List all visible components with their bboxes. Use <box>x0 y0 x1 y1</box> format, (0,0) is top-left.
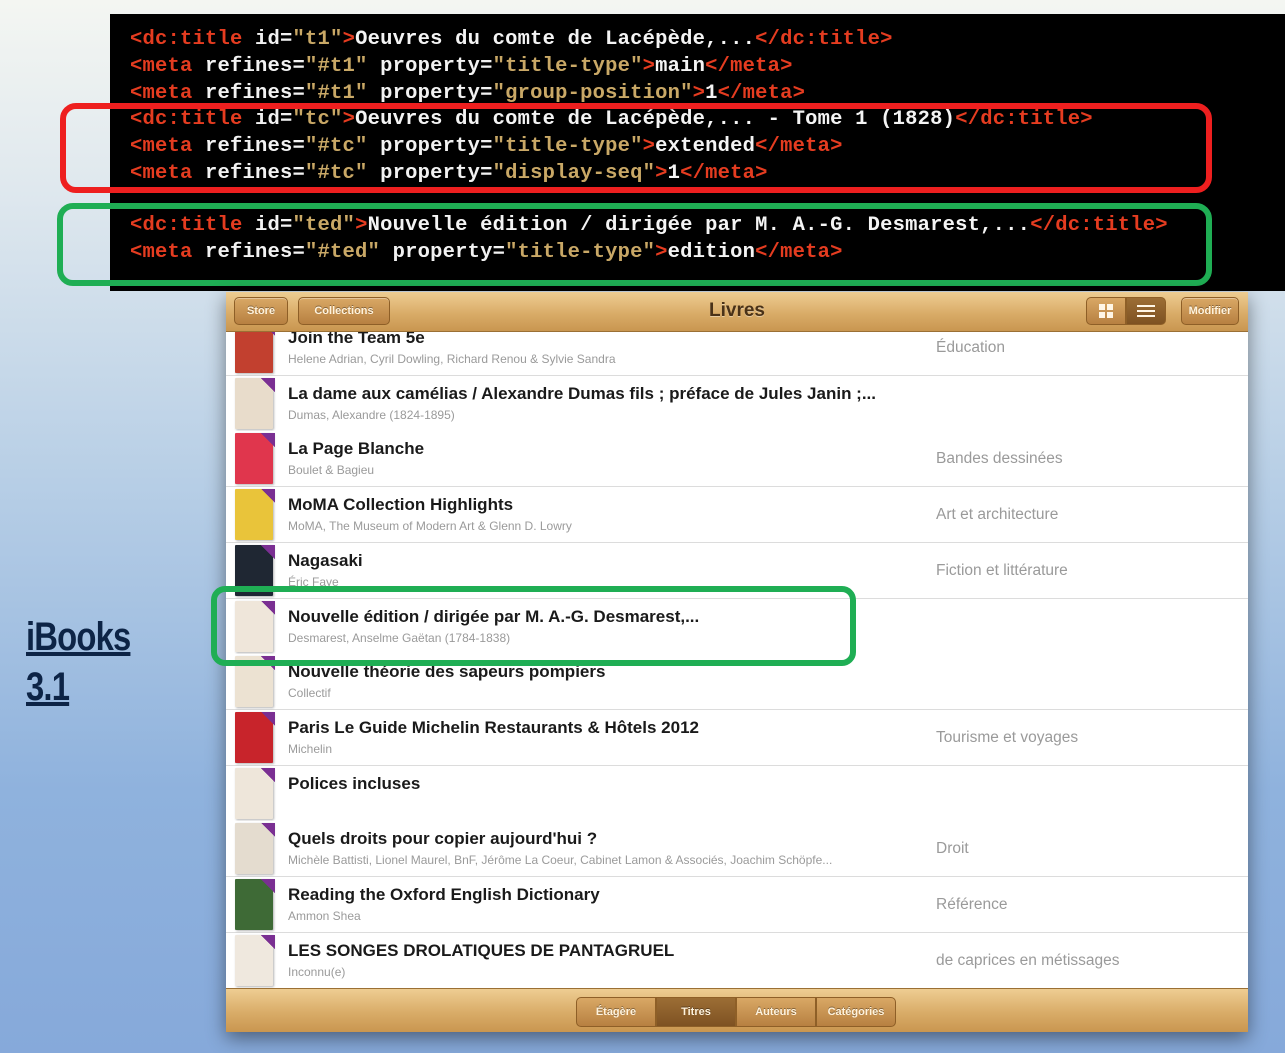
book-author: Helene Adrian, Cyril Dowling, Richard Re… <box>288 352 616 366</box>
book-row[interactable]: Paris Le Guide Michelin Restaurants & Hô… <box>226 709 1248 766</box>
code-line: <meta refines="#t1" property="title-type… <box>130 55 793 78</box>
code-token: <meta <box>130 82 206 105</box>
book-cover <box>235 823 275 875</box>
code-token: <meta <box>130 55 206 78</box>
book-row[interactable]: La Page Blanche Boulet & Bagieu Bandes des… <box>226 431 1248 488</box>
code-token: > <box>692 82 706 105</box>
highlight-box-green-row <box>211 586 856 666</box>
book-row[interactable]: La dame aux camélias / Alexandre Dumas f… <box>226 375 1248 432</box>
new-ribbon-icon <box>261 711 275 726</box>
code-token: "t1" <box>292 28 343 51</box>
ibooks-label-line2: 3.1 <box>26 665 70 709</box>
tab-titres[interactable]: Titres <box>656 997 736 1027</box>
book-author: MoMA, The Museum of Modern Art & Glenn D… <box>288 519 572 534</box>
book-title: Quels droits pour copier aujourd'hui ? <box>288 829 598 849</box>
book-cover <box>235 489 275 541</box>
book-author: Ammon Shea <box>288 909 361 923</box>
code-token: id= <box>255 28 293 51</box>
book-category: Référence <box>936 896 1008 913</box>
book-author: Dumas, Alexandre (1824-1895) <box>288 407 455 422</box>
book-title: Join the Team 5e <box>288 332 425 347</box>
book-category: Éducation <box>936 339 1005 356</box>
edit-button[interactable]: Modifier <box>1181 297 1239 325</box>
book-cover <box>235 711 275 763</box>
list-view-button[interactable] <box>1126 297 1166 325</box>
book-author: Boulet & Bagieu <box>288 463 375 478</box>
book-category: Droit <box>936 840 969 858</box>
code-token: "#t1" <box>305 55 368 78</box>
book-author: Collectif <box>288 686 331 701</box>
book-title: LES SONGES DROLATIQUES DE PANTAGRUEL <box>288 940 675 960</box>
tab-auteurs[interactable]: Auteurs <box>736 997 816 1027</box>
code-token: main <box>655 55 706 78</box>
code-token: 1 <box>705 82 718 105</box>
ibooks-version-label: iBooks 3.1 <box>26 612 131 712</box>
new-ribbon-icon <box>261 823 275 838</box>
new-ribbon-icon <box>261 332 275 336</box>
book-row[interactable]: Reading the Oxford English Dictionary Amm… <box>226 877 1248 933</box>
code-token: </dc:title> <box>755 28 893 51</box>
book-title: Polices incluses <box>288 773 421 793</box>
top-toolbar: Store Collections Livres Modifier <box>226 292 1248 332</box>
book-row[interactable]: Join the Team 5e Helene Adrian, Cyril Dow… <box>226 332 1248 376</box>
new-ribbon-icon <box>261 544 275 559</box>
highlight-box-red <box>60 103 1212 193</box>
book-category: Art et architecture <box>936 506 1059 524</box>
book-author: Michelin <box>288 741 333 756</box>
book-row[interactable]: MoMA Collection Highlights MoMA, The Muse… <box>226 487 1248 544</box>
code-token: Oeuvres du comte de Lacépède,... <box>355 28 756 51</box>
book-title: La dame aux camélias / Alexandre Dumas f… <box>288 383 877 403</box>
list-icon <box>1137 302 1155 320</box>
code-token: </meta> <box>717 82 806 105</box>
book-category: Bandes dessinées <box>936 450 1063 468</box>
book-cover <box>235 433 275 485</box>
tab-categories[interactable]: Catégories <box>816 997 896 1027</box>
code-token: <dc:title <box>130 28 256 51</box>
code-token: > <box>642 55 656 78</box>
book-category: de caprices en métissages <box>936 951 1120 969</box>
code-token: refines= <box>205 82 306 105</box>
new-ribbon-icon <box>261 489 275 504</box>
code-token: "group-position" <box>492 82 693 105</box>
book-row[interactable]: Polices incluses <box>226 765 1248 822</box>
new-ribbon-icon <box>261 879 275 893</box>
code-token: refines= <box>205 55 306 78</box>
book-category: Fiction et littérature <box>936 561 1068 579</box>
book-author: Michèle Battisti, Lionel Maurel, BnF, Jé… <box>288 853 833 868</box>
code-token: "#t1" <box>305 82 368 105</box>
new-ribbon-icon <box>261 377 275 392</box>
tab-etagere[interactable]: Étagère <box>576 997 656 1027</box>
book-cover <box>235 767 275 819</box>
grid-view-button[interactable] <box>1086 297 1126 325</box>
code-token: > <box>342 28 356 51</box>
new-ribbon-icon <box>261 767 275 782</box>
code-token: property= <box>367 82 493 105</box>
book-category: Tourisme et voyages <box>936 728 1079 746</box>
ibooks-label-line1: iBooks <box>26 615 131 659</box>
highlight-box-green-code <box>57 203 1212 286</box>
book-row[interactable]: Quels droits pour copier aujourd'hui ? Mi… <box>226 821 1248 878</box>
book-cover <box>235 332 275 373</box>
new-ribbon-icon <box>261 433 275 448</box>
new-ribbon-icon <box>261 934 275 949</box>
code-line: <meta refines="#t1" property="group-posi… <box>130 82 805 105</box>
book-cover <box>235 879 275 930</box>
code-line: <dc:title id="t1">Oeuvres du comte de La… <box>130 28 893 51</box>
code-token: </meta> <box>705 55 793 78</box>
bottom-toolbar: Étagère Titres Auteurs Catégories <box>226 988 1248 1032</box>
book-title: Nagasaki <box>288 550 363 570</box>
book-title: MoMA Collection Highlights <box>288 495 514 515</box>
book-title: Paris Le Guide Michelin Restaurants & Hô… <box>288 717 699 737</box>
book-row[interactable]: LES SONGES DROLATIQUES DE PANTAGRUEL Inco… <box>226 932 1248 988</box>
code-token: "title-type" <box>492 55 643 78</box>
code-token: property= <box>367 55 493 78</box>
book-title: La Page Blanche <box>288 439 425 459</box>
book-author: Inconnu(e) <box>288 964 346 979</box>
grid-icon <box>1099 304 1113 318</box>
book-title: Reading the Oxford English Dictionary <box>288 885 600 904</box>
book-cover <box>235 377 275 429</box>
book-cover <box>235 934 275 986</box>
